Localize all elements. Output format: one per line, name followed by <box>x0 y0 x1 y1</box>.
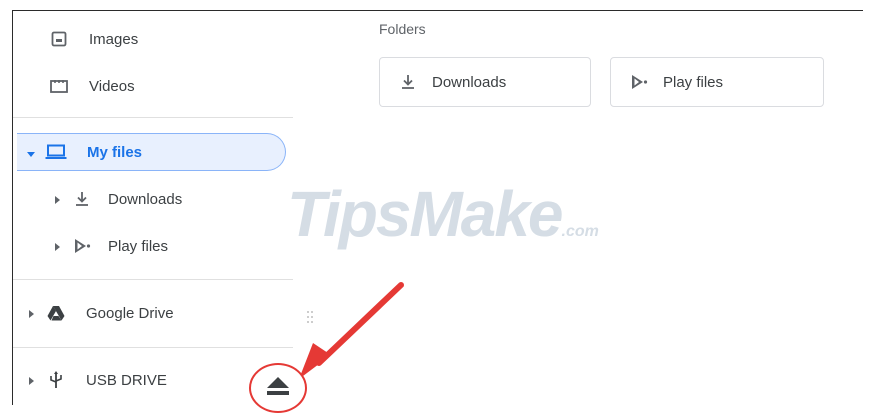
sidebar-item-label: Google Drive <box>86 304 174 322</box>
laptop-icon <box>45 142 67 162</box>
annotation-arrow <box>299 282 404 379</box>
sidebar-item-my-files[interactable]: My files <box>17 133 286 171</box>
sidebar-item-downloads[interactable]: Downloads <box>13 181 283 217</box>
sidebar-item-label: Videos <box>89 77 135 95</box>
expand-arrow-right-icon[interactable] <box>29 305 34 322</box>
sidebar-item-label: My files <box>87 143 143 161</box>
image-icon <box>49 29 69 49</box>
download-icon <box>72 189 92 209</box>
expand-arrow-right-icon[interactable] <box>55 191 60 208</box>
sidebar-divider <box>13 347 293 348</box>
files-app-window: Images Videos My files Downloads Play fi… <box>12 10 863 413</box>
google-drive-icon <box>46 303 66 323</box>
sidebar: Images Videos My files Downloads Play fi… <box>13 11 299 405</box>
folder-card-play-files[interactable]: Play files <box>610 57 824 107</box>
sidebar-item-label: Play files <box>108 237 169 255</box>
download-icon <box>398 72 418 92</box>
sidebar-item-usb-drive[interactable]: USB DRIVE <box>13 362 283 398</box>
usb-icon <box>46 370 66 390</box>
sidebar-item-google-drive[interactable]: Google Drive <box>13 295 283 331</box>
sidebar-divider <box>13 117 293 118</box>
section-title: Folders <box>379 21 426 37</box>
eject-button[interactable] <box>249 363 307 413</box>
sidebar-item-label: Downloads <box>108 190 183 208</box>
video-icon <box>49 76 69 96</box>
sidebar-divider <box>13 279 293 280</box>
expand-arrow-right-icon[interactable] <box>29 372 34 389</box>
folder-card-label: Downloads <box>432 73 507 91</box>
folder-card-downloads[interactable]: Downloads <box>379 57 591 107</box>
play-store-icon <box>629 72 649 92</box>
folder-card-label: Play files <box>663 73 724 91</box>
expand-arrow-down-icon[interactable] <box>27 144 35 161</box>
play-store-icon <box>72 236 92 256</box>
sidebar-item-label: Images <box>89 30 139 48</box>
expand-arrow-right-icon[interactable] <box>55 238 60 255</box>
sidebar-item-play-files[interactable]: Play files <box>13 228 283 264</box>
eject-icon <box>265 375 291 402</box>
sidebar-item-videos[interactable]: Videos <box>13 68 283 104</box>
sidebar-item-images[interactable]: Images <box>13 21 283 57</box>
sidebar-item-label: USB DRIVE <box>86 371 167 389</box>
